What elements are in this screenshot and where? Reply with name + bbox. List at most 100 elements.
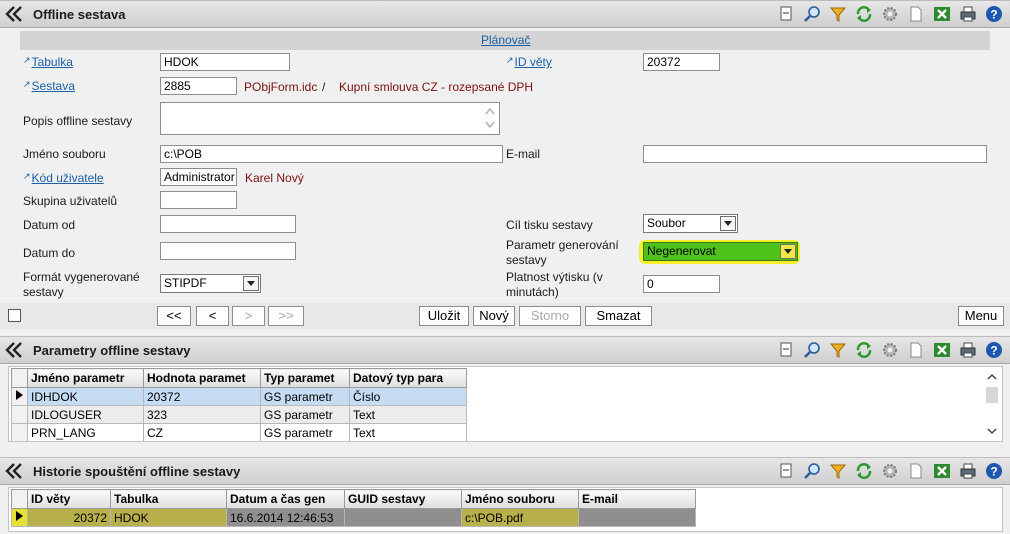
toolbar: ? <box>776 340 1004 360</box>
user-code-label[interactable]: ↗Kód uživatele <box>23 171 104 185</box>
excel-icon[interactable] <box>932 461 952 481</box>
current-row-arrow-icon <box>11 508 28 527</box>
chevron-down-icon[interactable] <box>780 244 796 259</box>
report-file-name: PObjForm.idc <box>244 80 318 94</box>
search-icon[interactable] <box>802 4 822 24</box>
prev-record-button[interactable]: < <box>196 306 229 326</box>
format-label-line1: Formát vygenerované <box>23 270 140 284</box>
link-arrow-icon: ↗ <box>23 171 31 181</box>
table-cell: IDHDOK <box>27 387 144 406</box>
print-icon[interactable] <box>958 4 978 24</box>
user-code-field[interactable]: Administrator <box>160 168 237 186</box>
table-cell: GS parametr <box>260 405 350 424</box>
delete-button[interactable]: Smazat <box>585 306 652 326</box>
offline-report-header: Offline sestava ? <box>0 0 1010 28</box>
column-header[interactable]: Hodnota paramet <box>143 368 261 388</box>
column-header[interactable]: Typ paramet <box>260 368 350 388</box>
column-header[interactable]: Tabulka <box>110 489 227 509</box>
save-button[interactable]: Uložit <box>419 306 469 326</box>
filter-icon[interactable] <box>828 340 848 360</box>
collapse-icon[interactable] <box>4 461 26 481</box>
email-field[interactable] <box>643 145 987 163</box>
column-header[interactable]: Jméno souboru <box>461 489 579 509</box>
document-icon[interactable] <box>906 340 926 360</box>
record-id-field[interactable]: 20372 <box>643 53 720 71</box>
new-button[interactable]: Nový <box>473 306 515 326</box>
table-row[interactable]: IDHDOK 20372 GS parametr Číslo <box>11 387 467 406</box>
menu-button[interactable]: Menu <box>958 306 1004 326</box>
next-record-button[interactable]: > <box>232 306 265 326</box>
print-icon[interactable] <box>958 340 978 360</box>
date-to-label: Datum do <box>23 246 76 260</box>
column-header[interactable]: Datum a čas gen <box>226 489 345 509</box>
column-header[interactable]: Datový typ para <box>349 368 467 388</box>
description-label: Popis offline sestavy <box>23 114 133 128</box>
print-target-select[interactable]: Soubor <box>643 214 738 233</box>
cancel-button[interactable]: Storno <box>519 306 581 326</box>
search-icon[interactable] <box>802 340 822 360</box>
search-icon[interactable] <box>802 461 822 481</box>
record-id-label[interactable]: ↗ID věty <box>506 55 552 69</box>
document-icon[interactable] <box>906 4 926 24</box>
link-arrow-icon: ↗ <box>506 55 514 65</box>
table-cell: GS parametr <box>260 423 350 441</box>
settings-icon[interactable] <box>880 340 900 360</box>
column-header[interactable]: E-mail <box>578 489 696 509</box>
column-header[interactable]: Jméno parametr <box>27 368 144 388</box>
table-field-label[interactable]: ↗Tabulka <box>23 55 73 69</box>
validity-label-line1: Platnost výtisku (v <box>506 270 603 284</box>
document-icon[interactable] <box>906 461 926 481</box>
table-cell: c:\POB.pdf <box>461 508 579 527</box>
user-group-field[interactable] <box>160 191 237 209</box>
date-from-field[interactable] <box>160 215 296 233</box>
help-icon[interactable]: ? <box>984 340 1004 360</box>
collapse-icon[interactable] <box>4 340 26 360</box>
history-table: ID věty Tabulka Datum a čas gen GUID ses… <box>11 489 696 527</box>
report-separator: / <box>322 80 326 94</box>
report-field-label[interactable]: ↗Sestava <box>23 79 75 93</box>
new-icon[interactable] <box>776 340 796 360</box>
report-field[interactable]: 2885 <box>160 77 237 95</box>
table-row[interactable]: 20372 HDOK 16.6.2014 12:46:53 c:\POB.pdf <box>11 508 696 527</box>
filename-field[interactable]: c:\POB <box>160 145 503 163</box>
format-select[interactable]: STIPDF <box>160 274 261 293</box>
link-arrow-icon: ↗ <box>23 55 31 65</box>
first-record-button[interactable]: << <box>157 306 191 326</box>
gen-param-select[interactable]: Negenerovat <box>643 242 798 261</box>
chevron-down-icon[interactable] <box>243 276 259 291</box>
gen-param-label-line2: sestavy <box>506 253 547 267</box>
excel-icon[interactable] <box>932 340 952 360</box>
last-record-button[interactable]: >> <box>268 306 304 326</box>
table-row[interactable]: IDLOGUSER 323 GS parametr Text <box>11 405 467 424</box>
help-icon[interactable]: ? <box>984 461 1004 481</box>
settings-icon[interactable] <box>880 461 900 481</box>
chevron-down-icon[interactable] <box>720 216 736 231</box>
settings-icon[interactable] <box>880 4 900 24</box>
refresh-icon[interactable] <box>854 4 874 24</box>
excel-icon[interactable] <box>932 4 952 24</box>
vertical-scrollbar[interactable] <box>984 369 1000 439</box>
print-icon[interactable] <box>958 461 978 481</box>
filter-icon[interactable] <box>828 4 848 24</box>
filter-icon[interactable] <box>828 461 848 481</box>
table-row[interactable]: PRN_LANG CZ GS parametr Text <box>11 423 467 441</box>
table-cell: PRN_LANG <box>27 423 144 441</box>
description-textarea[interactable] <box>160 102 500 135</box>
scheduler-link[interactable]: Plánovač <box>481 33 530 47</box>
table-field[interactable]: HDOK <box>160 53 290 71</box>
column-header[interactable]: GUID sestavy <box>344 489 462 509</box>
date-to-field[interactable] <box>160 242 296 260</box>
new-icon[interactable] <box>776 4 796 24</box>
textarea-scroll-arrows[interactable] <box>483 105 497 131</box>
validity-field[interactable]: 0 <box>643 275 720 293</box>
help-icon[interactable]: ? <box>984 4 1004 24</box>
panel-title: Offline sestava <box>33 7 126 22</box>
params-panel-header: Parametry offline sestavy ? <box>0 336 1010 364</box>
panel-title: Parametry offline sestavy <box>33 343 191 358</box>
column-header[interactable]: ID věty <box>27 489 111 509</box>
select-checkbox[interactable] <box>8 309 21 322</box>
collapse-icon[interactable] <box>4 4 26 24</box>
new-icon[interactable] <box>776 461 796 481</box>
refresh-icon[interactable] <box>854 340 874 360</box>
refresh-icon[interactable] <box>854 461 874 481</box>
